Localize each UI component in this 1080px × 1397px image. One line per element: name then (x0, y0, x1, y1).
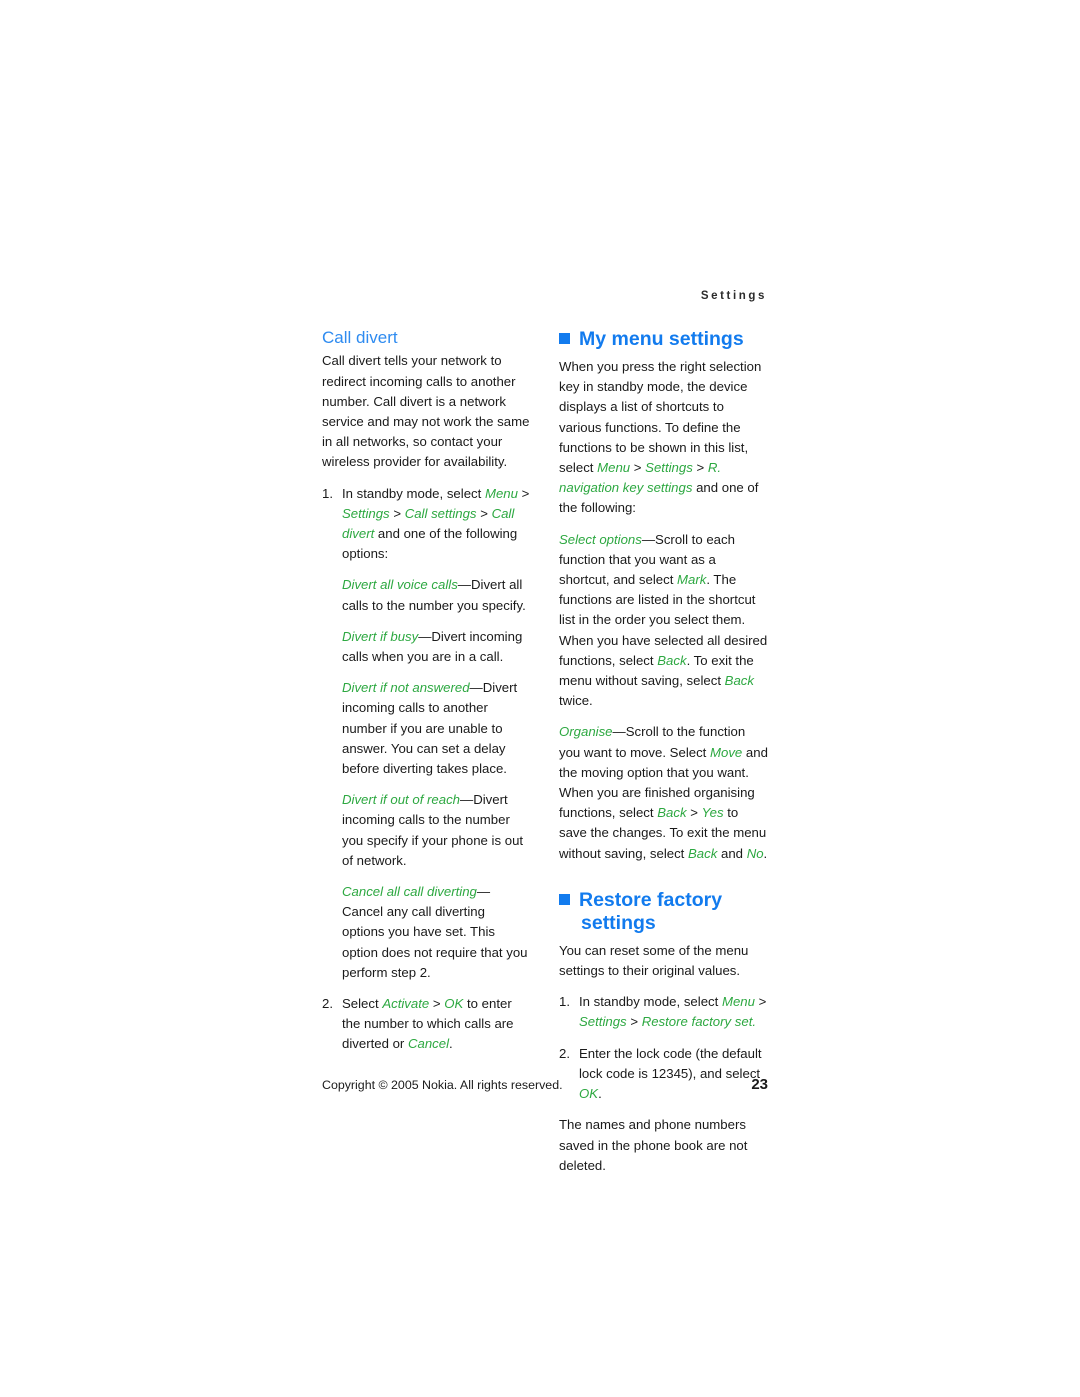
menu-ref-cancel: Cancel (407, 1036, 450, 1052)
intro-text-pre: When you press the right selection key i… (559, 359, 762, 476)
step-text-post: . (449, 1036, 453, 1052)
menu-sep: > (630, 460, 646, 476)
step-number: 1. (322, 485, 333, 501)
definition-text-5: . (763, 845, 768, 861)
list-item: 1. In standby mode, select Menu > Setting… (559, 992, 768, 1032)
definition-select-options: Select options—Scroll to each function t… (559, 530, 768, 712)
list-item: 2. Select Activate > OK to enter the numb… (322, 994, 531, 1055)
running-header: Settings (700, 290, 767, 302)
heading-text-line2: settings (581, 911, 656, 934)
definition-term: Divert if out of reach (342, 792, 461, 808)
menu-sep: > (389, 505, 405, 521)
menu-sep: > (429, 996, 445, 1012)
page-content: Settings Call divert Call divert tells y… (322, 290, 768, 1176)
menu-sep: > (517, 485, 530, 501)
menu-ref-move: Move (710, 744, 743, 760)
step-text-pre: Select (342, 996, 383, 1012)
page-footer: Copyright © 2005 Nokia. All rights reser… (322, 1076, 768, 1093)
menu-ref-settings: Settings (579, 1014, 627, 1030)
menu-ref-back: Back (657, 652, 687, 668)
menu-ref-settings: Settings (342, 505, 390, 521)
menu-sep: > (626, 1014, 642, 1030)
closing-note-paragraph: The names and phone numbers saved in the… (559, 1117, 748, 1173)
menu-sep: > (692, 460, 708, 476)
step-number: 1. (559, 994, 570, 1010)
heading-my-menu-settings: My menu settings (559, 328, 768, 351)
heading-text: My menu settings (579, 328, 744, 350)
menu-ref-settings: Settings (645, 460, 693, 476)
call-divert-step-list-2: 2. Select Activate > OK to enter the numb… (322, 994, 531, 1055)
menu-ref-back: Back (657, 805, 687, 821)
menu-ref-mark: Mark (677, 572, 707, 588)
right-column: My menu settings When you press the righ… (559, 328, 768, 1176)
call-divert-intro-paragraph: Call divert tells your network to redire… (322, 353, 530, 470)
definition-text-4: twice. (559, 693, 593, 709)
menu-ref-restore-factory-set: Restore factory set. (641, 1014, 757, 1030)
definition-term: Divert if not answered (342, 680, 470, 696)
step-text-pre: In standby mode, select (342, 485, 485, 501)
menu-ref-no: No (746, 845, 764, 861)
menu-ref-activate: Activate (382, 996, 430, 1012)
definition-divert-if-not-answered: Divert if not answered—Divert incoming c… (322, 678, 531, 779)
menu-ref-ok: OK (444, 996, 464, 1012)
definition-term: Divert if busy (342, 628, 419, 644)
menu-ref-call-settings: Call settings (404, 505, 477, 521)
call-divert-step-list: 1. In standby mode, select Menu > Setting… (322, 484, 531, 565)
square-bullet-icon (559, 333, 570, 344)
definition-term: Organise (559, 724, 613, 740)
menu-ref-menu: Menu (597, 460, 631, 476)
definition-term: Cancel all call diverting (342, 884, 477, 900)
definition-cancel-all-call-diverting: Cancel all call diverting—Cancel any cal… (322, 882, 531, 983)
menu-sep: > (686, 805, 702, 821)
list-item: 2. Enter the lock code (the default lock … (559, 1044, 768, 1105)
two-column-layout: Call divert Call divert tells your netwo… (322, 328, 768, 1176)
restore-factory-intro-paragraph: You can reset some of the menu settings … (559, 942, 749, 979)
menu-ref-back-2: Back (688, 845, 718, 861)
sub-heading-call-divert: Call divert (322, 328, 398, 347)
left-column: Call divert Call divert tells your netwo… (322, 328, 531, 1066)
definition-divert-all-voice-calls: Divert all voice calls—Divert all calls … (322, 575, 531, 615)
menu-ref-menu: Menu (721, 994, 755, 1010)
definition-term: Select options (559, 531, 642, 547)
menu-sep: > (754, 994, 767, 1010)
menu-sep: > (476, 505, 492, 521)
heading-text-line1: Restore factory (579, 888, 723, 911)
definition-organise: Organise—Scroll to the function you want… (559, 722, 768, 863)
manual-page: Settings Call divert Call divert tells y… (0, 0, 1080, 1397)
menu-ref-back-2: Back (724, 673, 754, 689)
page-number: 23 (751, 1076, 768, 1093)
list-item: 1. In standby mode, select Menu > Setting… (322, 484, 531, 565)
step-number: 2. (559, 1045, 570, 1061)
heading-restore-factory-settings: Restore factory settings (559, 889, 768, 935)
my-menu-settings-intro-paragraph: When you press the right selection key i… (559, 357, 768, 519)
definition-term: Divert all voice calls (342, 577, 458, 593)
copyright-notice: Copyright © 2005 Nokia. All rights reser… (322, 1078, 563, 1092)
square-bullet-icon (559, 893, 570, 905)
definition-text-4: and (717, 845, 747, 861)
step-text-pre: In standby mode, select (579, 994, 722, 1010)
definition-divert-if-out-of-reach: Divert if out of reach—Divert incoming c… (322, 790, 531, 871)
menu-ref-menu: Menu (484, 485, 518, 501)
menu-ref-yes: Yes (701, 805, 724, 821)
definition-divert-if-busy: Divert if busy—Divert incoming calls whe… (322, 627, 531, 667)
step-number: 2. (322, 996, 333, 1012)
